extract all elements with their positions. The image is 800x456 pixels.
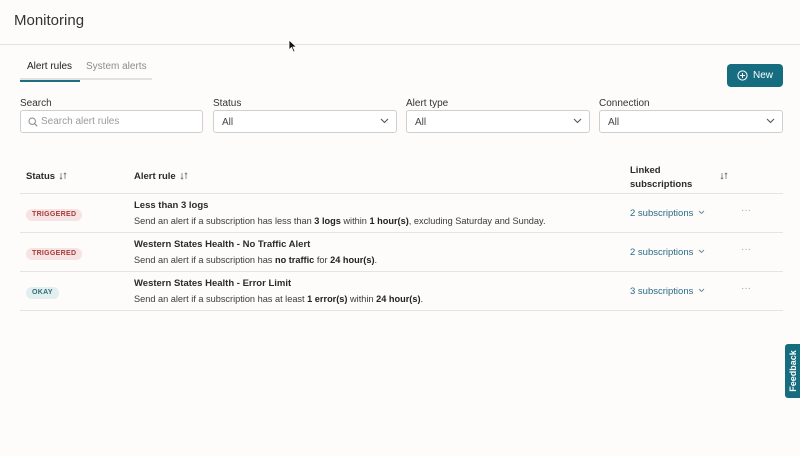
- alert-type-filter-label: Alert type: [406, 98, 449, 109]
- chevron-down-icon: [766, 118, 775, 124]
- chevron-down-icon: [699, 210, 705, 215]
- status-badge: OKAY: [26, 287, 59, 299]
- status-badge: TRIGGERED: [26, 209, 83, 221]
- new-button[interactable]: New: [727, 64, 783, 87]
- divider: [20, 310, 783, 311]
- status-select[interactable]: All: [213, 110, 397, 133]
- plus-circle-icon: [737, 70, 748, 81]
- column-header-linked-subscriptions[interactable]: Linked subscriptions: [630, 164, 692, 192]
- mouse-cursor-icon: [288, 39, 298, 53]
- alert-rule-name[interactable]: Western States Health - Error Limit: [134, 278, 291, 289]
- search-label: Search: [20, 98, 52, 109]
- alert-type-select-value: All: [415, 117, 427, 128]
- table-row[interactable]: TRIGGERED Western States Health - No Tra…: [20, 233, 783, 271]
- sort-icon: [180, 172, 188, 180]
- search-icon: [28, 117, 38, 127]
- more-options-icon[interactable]: ···: [741, 283, 751, 294]
- sort-icon: [59, 172, 67, 180]
- tab-bar: Alert rules System alerts: [19, 58, 152, 82]
- feedback-label: Feedback: [787, 350, 798, 392]
- chevron-down-icon: [699, 288, 705, 293]
- tab-system-alerts[interactable]: System alerts: [86, 61, 147, 72]
- column-header-alert-rule[interactable]: Alert rule: [134, 171, 188, 182]
- more-options-icon[interactable]: ···: [741, 205, 751, 216]
- status-badge: TRIGGERED: [26, 248, 83, 260]
- status-filter-label: Status: [213, 98, 242, 109]
- linked-subscriptions-dropdown[interactable]: 2 subscriptions: [630, 247, 705, 258]
- alert-rule-name[interactable]: Western States Health - No Traffic Alert: [134, 239, 310, 250]
- alert-type-select[interactable]: All: [406, 110, 590, 133]
- top-bar: Monitoring: [0, 0, 800, 53]
- tab-alert-rules[interactable]: Alert rules: [19, 61, 81, 82]
- connection-filter-label: Connection: [599, 98, 650, 109]
- search-field: [20, 110, 203, 133]
- alert-rule-description: Send an alert if a subscription has less…: [134, 216, 546, 226]
- column-header-status[interactable]: Status: [26, 171, 67, 182]
- linked-subscriptions-dropdown[interactable]: 2 subscriptions: [630, 208, 705, 219]
- alert-rule-description: Send an alert if a subscription has no t…: [134, 255, 378, 265]
- table-row[interactable]: TRIGGERED Less than 3 logs Send an alert…: [20, 194, 783, 232]
- status-select-value: All: [222, 117, 234, 128]
- connection-select[interactable]: All: [599, 110, 783, 133]
- chevron-down-icon: [380, 118, 389, 124]
- new-button-label: New: [752, 70, 773, 81]
- sort-icon[interactable]: [720, 172, 728, 180]
- chevron-down-icon: [573, 118, 582, 124]
- alert-rule-name[interactable]: Less than 3 logs: [134, 200, 208, 211]
- more-options-icon[interactable]: ···: [741, 244, 751, 255]
- alert-rule-description: Send an alert if a subscription has at l…: [134, 294, 424, 304]
- page-title: Monitoring: [14, 12, 85, 29]
- feedback-tab[interactable]: Feedback: [785, 344, 800, 398]
- chevron-down-icon: [699, 249, 705, 254]
- linked-subscriptions-dropdown[interactable]: 3 subscriptions: [630, 286, 705, 297]
- connection-select-value: All: [608, 117, 620, 128]
- table-row[interactable]: OKAY Western States Health - Error Limit…: [20, 272, 783, 310]
- search-input[interactable]: [41, 112, 201, 131]
